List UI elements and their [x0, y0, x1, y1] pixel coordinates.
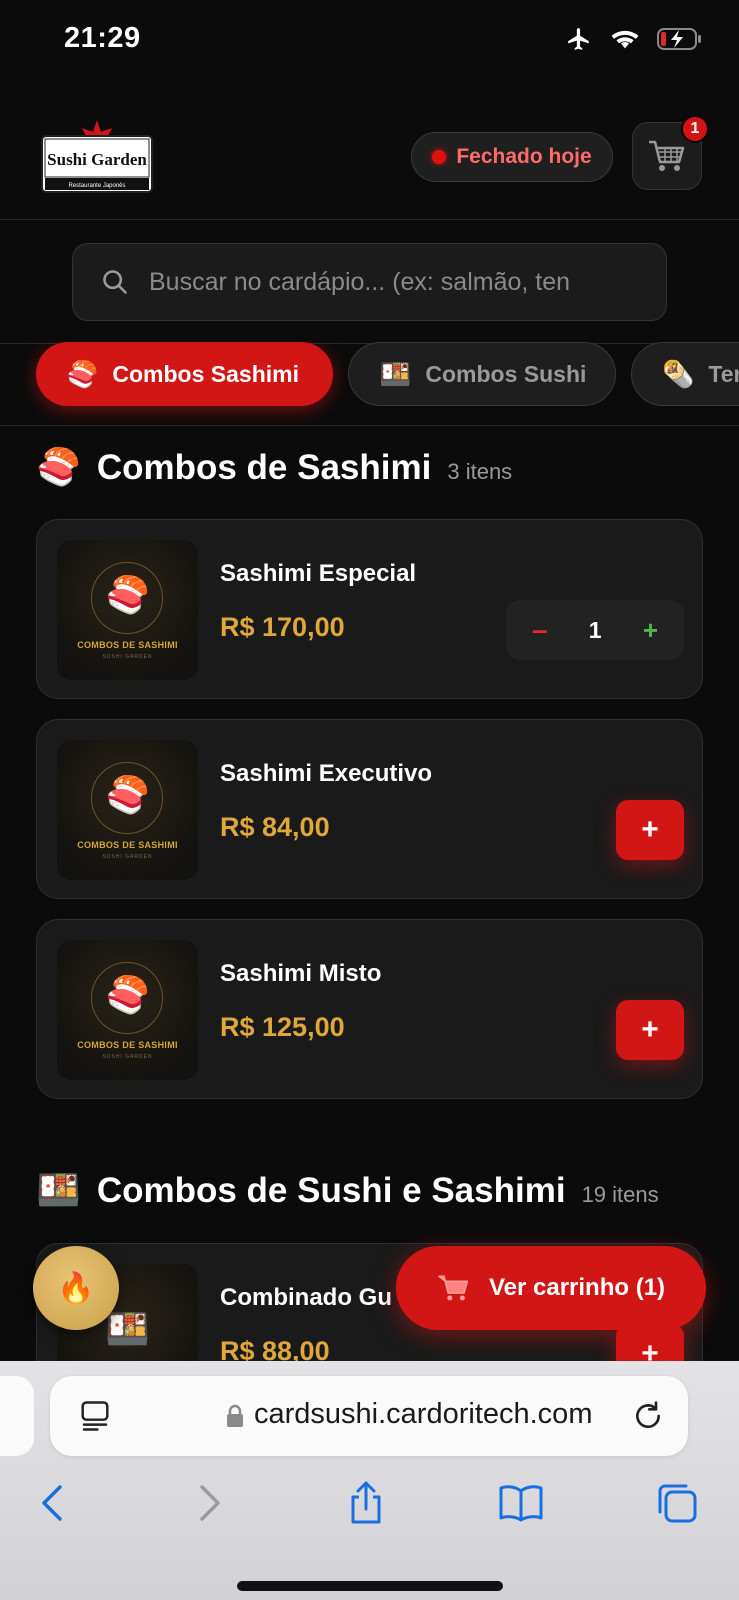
status-bar: 21:29 [0, 0, 739, 80]
image-caption: COMBOS DE SASHIMI [77, 640, 178, 650]
bento-icon: 🍱 [379, 358, 412, 389]
tab-temaki[interactable]: 🌯 Ter [631, 342, 739, 406]
shopping-cart-icon [438, 1275, 469, 1301]
book-icon [499, 1485, 543, 1522]
tabs-icon [658, 1484, 697, 1523]
product-image: 🍣 COMBOS DE SASHIMI SUSHI GARDEN [57, 540, 198, 680]
product-price: R$ 84,00 [220, 812, 330, 842]
status-icons [565, 26, 703, 52]
section-title: Combos de Sashimi [96, 448, 432, 487]
sushi-icon: 🍣 [66, 358, 99, 389]
image-subcaption: SUSHI GARDEN [102, 1054, 153, 1060]
view-cart-button[interactable]: Ver carrinho (1) [396, 1246, 706, 1330]
image-subcaption: SUSHI GARDEN [102, 654, 153, 660]
restaurant-logo[interactable]: Sushi Garden Restaurante Japonês [40, 118, 154, 194]
app-page: 21:29 Sushi Garden Restaurante Japonês F… [0, 0, 739, 1600]
add-to-cart-button[interactable]: + [616, 800, 684, 860]
tab-label: Combos Sushi [425, 360, 587, 387]
back-button[interactable] [22, 1473, 82, 1533]
share-icon [351, 1481, 381, 1524]
fire-icon: 🔥 [57, 1271, 95, 1305]
cart-count-badge: 1 [681, 115, 709, 143]
search-input[interactable] [149, 267, 619, 297]
svg-text:Restaurante Japonês: Restaurante Japonês [68, 183, 125, 189]
product-name: Sashimi Especial [220, 560, 417, 587]
section-title: Combos de Sushi e Sashimi [96, 1171, 566, 1210]
sushi-icon: 🍣 [105, 774, 150, 815]
share-button[interactable] [336, 1473, 396, 1533]
tab-label: Ter [708, 360, 739, 387]
browser-bar: cardsushi.cardoritech.com [0, 1361, 739, 1600]
wifi-icon [611, 30, 639, 49]
forward-button[interactable] [180, 1473, 240, 1533]
status-time: 21:29 [64, 22, 141, 54]
sushi-icon: 🍣 [105, 574, 150, 615]
reload-icon[interactable] [632, 1400, 664, 1432]
sushi-icon: 🍣 [36, 446, 81, 487]
sushi-icon: 🍣 [105, 974, 150, 1015]
section-header-combos-sashimi: 🍣 Combos de Sashimi 3 itens [36, 446, 512, 488]
product-name: Combinado Gu [220, 1284, 392, 1311]
product-name: Sashimi Misto [220, 960, 382, 987]
image-caption: COMBOS DE SASHIMI [77, 840, 178, 850]
product-card[interactable]: 🍣 COMBOS DE SASHIMI SUSHI GARDEN Sashimi… [36, 919, 703, 1099]
cart-button[interactable]: 1 [632, 115, 709, 190]
search-section [0, 220, 739, 344]
section-header-combos-sushi-sashimi: 🍱 Combos de Sushi e Sashimi 19 itens [36, 1169, 659, 1211]
store-status-label: Fechado hoje [456, 145, 592, 168]
product-name: Sashimi Executivo [220, 760, 433, 787]
home-indicator [237, 1581, 503, 1591]
tabs-button[interactable] [647, 1473, 707, 1533]
product-image: 🍣 COMBOS DE SASHIMI SUSHI GARDEN [57, 740, 198, 880]
reader-icon [81, 1401, 109, 1431]
header: Sushi Garden Restaurante Japonês Fechado… [0, 96, 739, 220]
chevron-left-icon [42, 1485, 62, 1521]
product-price: R$ 125,00 [220, 1012, 345, 1042]
quantity-stepper: – 1 + [506, 600, 684, 660]
tab-combos-sashimi[interactable]: 🍣 Combos Sashimi [36, 342, 333, 406]
store-status-badge: Fechado hoje [411, 132, 613, 182]
quantity-value: 1 [588, 616, 602, 643]
previous-tab-preview[interactable] [0, 1376, 34, 1456]
address-bar[interactable]: cardsushi.cardoritech.com [50, 1376, 688, 1456]
product-card[interactable]: 🍣 COMBOS DE SASHIMI SUSHI GARDEN Sashimi… [36, 719, 703, 899]
burrito-icon: 🌯 [662, 358, 695, 389]
bookmarks-button[interactable] [491, 1473, 551, 1533]
promotions-button[interactable]: 🔥 [33, 1246, 119, 1330]
product-image: 🍣 COMBOS DE SASHIMI SUSHI GARDEN [57, 940, 198, 1080]
tab-combos-sushi[interactable]: 🍱 Combos Sushi [348, 342, 616, 406]
search-box[interactable] [72, 243, 667, 321]
section-count: 3 itens [447, 459, 513, 484]
lock-icon [227, 1404, 243, 1427]
section-count: 19 itens [581, 1182, 659, 1207]
add-to-cart-button[interactable]: + [616, 1000, 684, 1060]
search-icon [103, 270, 127, 294]
bento-icon: 🍱 [36, 1169, 81, 1210]
tab-label: Combos Sashimi [112, 360, 299, 387]
product-card[interactable]: 🍣 COMBOS DE SASHIMI SUSHI GARDEN Sashimi… [36, 519, 703, 699]
battery-charging-icon [657, 28, 701, 50]
image-caption: COMBOS DE SASHIMI [77, 1040, 178, 1050]
increase-button[interactable]: + [643, 615, 658, 646]
browser-toolbar [0, 1473, 739, 1553]
product-price: R$ 170,00 [220, 612, 345, 642]
svg-text:Sushi Garden: Sushi Garden [47, 150, 147, 169]
closed-dot-icon [432, 150, 447, 164]
decrease-button[interactable]: – [532, 614, 548, 646]
shopping-cart-icon [649, 140, 685, 171]
view-cart-label: Ver carrinho (1) [488, 1274, 666, 1301]
category-tabs: 🍣 Combos Sashimi 🍱 Combos Sushi 🌯 Ter [0, 342, 739, 426]
airplane-icon [568, 28, 589, 50]
image-subcaption: SUSHI GARDEN [102, 854, 153, 860]
url-text: cardsushi.cardoritech.com [254, 1398, 593, 1430]
chevron-right-icon [200, 1485, 220, 1521]
